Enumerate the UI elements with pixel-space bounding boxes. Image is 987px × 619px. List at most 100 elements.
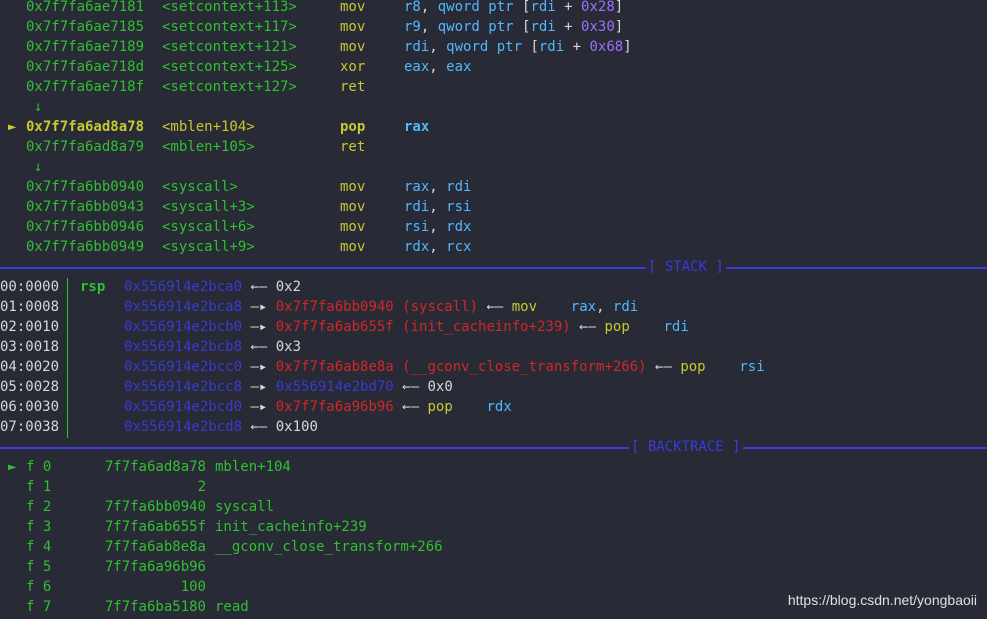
frame-number: f 5	[26, 559, 52, 575]
frame-address: 7f7fa6a96b96	[104, 559, 206, 575]
stack-value-chain: 0x556914e2bca8 —▸ 0x7f7fa6bb0940 (syscal…	[124, 297, 638, 317]
instruction-address: 0x7f7fa6ae7181	[26, 0, 145, 15]
stack-value-chain: 0x556914e2bcc8 —▸ 0x556914e2bd70 ←— 0x0	[124, 377, 453, 397]
stack-token: —▸	[242, 379, 276, 395]
operand-token: ,	[420, 0, 438, 15]
flow-arrow-icon: ↓	[34, 159, 43, 175]
stack-token: —▸	[242, 399, 276, 415]
stack-header: [ STACK ]	[646, 257, 726, 277]
instruction-operands: rsi, rdx	[404, 217, 471, 237]
operand-token: 0x28	[581, 0, 615, 15]
operand-token: rax	[404, 119, 430, 135]
disasm-line: 0x7f7fa6bb0949 <syscall+9> mov rdx, rcx	[0, 237, 987, 257]
stack-token: ←—	[570, 319, 605, 335]
operand-token: rdx	[446, 219, 472, 235]
instruction-address: 0x7f7fa6bb0940	[26, 179, 145, 195]
operand-token: +	[555, 0, 582, 15]
operand-token: rdi	[530, 0, 556, 15]
stack-value-chain: 0x5569l4e2bca0 ←— 0x2	[124, 277, 301, 297]
instruction-symbol: <syscall+6>	[162, 219, 255, 235]
instruction-address: 0x7f7fa6ae718f	[26, 79, 145, 95]
frame-symbol: read	[215, 599, 249, 615]
operand-token: ]	[614, 0, 624, 15]
operand-token: ]	[614, 19, 624, 35]
stack-token: 0x3	[275, 339, 302, 355]
stack-token: ←—	[393, 379, 428, 395]
stack-token: 0x0	[427, 379, 453, 395]
instruction-symbol: <setcontext+127>	[162, 79, 297, 95]
stack-token: mov	[511, 299, 571, 315]
operand-token: rdi	[446, 179, 472, 195]
stack-offset: 02:0010	[0, 319, 60, 335]
stack-token: pop	[427, 399, 487, 415]
frame-number: f 6	[26, 579, 52, 595]
instruction-mnemonic: mov	[340, 179, 366, 195]
operand-token: rdx	[404, 239, 430, 255]
stack-row: 07:0038 0x556914e2bcd8 ←— 0x100	[0, 417, 987, 437]
stack-value-chain: 0x556914e2bcc0 —▸ 0x7f7fa6ab8e8a (__gcon…	[124, 357, 765, 377]
stack-divider	[0, 267, 987, 269]
stack-token: 0x556914e2bcd8	[124, 419, 243, 435]
current-instruction-marker-icon: ►	[8, 119, 17, 135]
instruction-operands: r8, qword ptr [rdi + 0x28]	[404, 0, 623, 17]
stack-value-chain: 0x556914e2bcb0 —▸ 0x7f7fa6ab655f (init_c…	[124, 317, 689, 337]
frame-number: f 1	[26, 479, 52, 495]
backtrace-frame: f 1 2	[0, 477, 987, 497]
operand-token: rcx	[446, 239, 472, 255]
operand-token: [	[513, 0, 531, 15]
stack-token: 0x556914e2bd70	[275, 379, 394, 395]
instruction-symbol: <syscall>	[162, 179, 238, 195]
instruction-mnemonic: mov	[340, 0, 366, 15]
instruction-operands: rax, rdi	[404, 177, 471, 197]
operand-token: [	[522, 39, 539, 55]
stack-token: 0x556914e2bcc8	[124, 379, 243, 395]
operand-token: ,	[429, 59, 447, 75]
instruction-operands: rax	[404, 117, 429, 137]
frame-address: 7f7fa6ad8a78	[104, 459, 206, 475]
frame-address: 100	[180, 579, 206, 595]
disasm-line: 0x7f7fa6ae7189 <setcontext+121> mov rdi, qw…	[0, 37, 987, 57]
stack-token: ←—	[242, 339, 276, 355]
frame-number: f 4	[26, 539, 52, 555]
stack-token: rdx	[486, 399, 512, 415]
instruction-operands: rdx, rcx	[404, 237, 471, 257]
backtrace-header: [ BACKTRACE ]	[629, 437, 743, 457]
stack-row: 02:0010 0x556914e2bcb0 —▸ 0x7f7fa6ab655f …	[0, 317, 987, 337]
frame-address: 7f7fa6ba5180	[104, 599, 206, 615]
operand-token: eax	[446, 59, 472, 75]
instruction-mnemonic: mov	[340, 239, 366, 255]
operand-token: r9	[404, 19, 421, 35]
watermark: https://blog.csdn.net/yongbaoii	[787, 592, 977, 608]
operand-token: +	[555, 19, 582, 35]
stack-offset: 01:0008	[0, 299, 60, 315]
stack-token: ←—	[242, 279, 276, 295]
flow-arrow-icon: ↓	[34, 99, 43, 115]
instruction-operands: r9, qword ptr [rdi + 0x30]	[404, 17, 623, 37]
instruction-symbol: <setcontext+113>	[162, 0, 297, 15]
frame-symbol: init_cacheinfo+239	[215, 519, 367, 535]
operand-token: ,	[429, 239, 447, 255]
stack-token: ,	[596, 299, 613, 315]
instruction-symbol: <syscall+3>	[162, 199, 255, 215]
disasm-line: 0x7f7fa6bb0946 <syscall+6> mov rsi, rdx	[0, 217, 987, 237]
operand-token: ,	[420, 19, 438, 35]
backtrace-frame: f 5 7f7fa6a96b96	[0, 557, 987, 577]
instruction-address: 0x7f7fa6ad8a79	[26, 139, 145, 155]
operand-token: qword ptr	[446, 39, 523, 55]
instruction-symbol: <setcontext+125>	[162, 59, 297, 75]
disasm-line: ► 0x7f7fa6ad8a78 <mblen+104> pop rax	[0, 117, 987, 137]
instruction-address: 0x7f7fa6ae7189	[26, 39, 145, 55]
frame-address: 7f7fa6ab8e8a	[104, 539, 206, 555]
operand-token: rsi	[404, 219, 430, 235]
current-frame-marker-icon: ►	[8, 459, 17, 475]
stack-row: 00:0000 rsp 0x5569l4e2bca0 ←— 0x2	[0, 277, 987, 297]
operand-token: rdi	[530, 19, 556, 35]
instruction-operands: rdi, rsi	[404, 197, 471, 217]
stack-row: 01:0008 0x556914e2bca8 —▸ 0x7f7fa6bb0940 …	[0, 297, 987, 317]
disasm-line: 0x7f7fa6ae718d <setcontext+125> xor eax, ea…	[0, 57, 987, 77]
frame-symbol: mblen+104	[215, 459, 291, 475]
stack-value-chain: 0x556914e2bcd0 —▸ 0x7f7fa6a96b96 ←— pop …	[124, 397, 512, 417]
frame-number: f 0	[26, 459, 52, 475]
disasm-line: ↓	[0, 97, 987, 117]
stack-row: 03:0018 0x556914e2bcb8 ←— 0x3	[0, 337, 987, 357]
